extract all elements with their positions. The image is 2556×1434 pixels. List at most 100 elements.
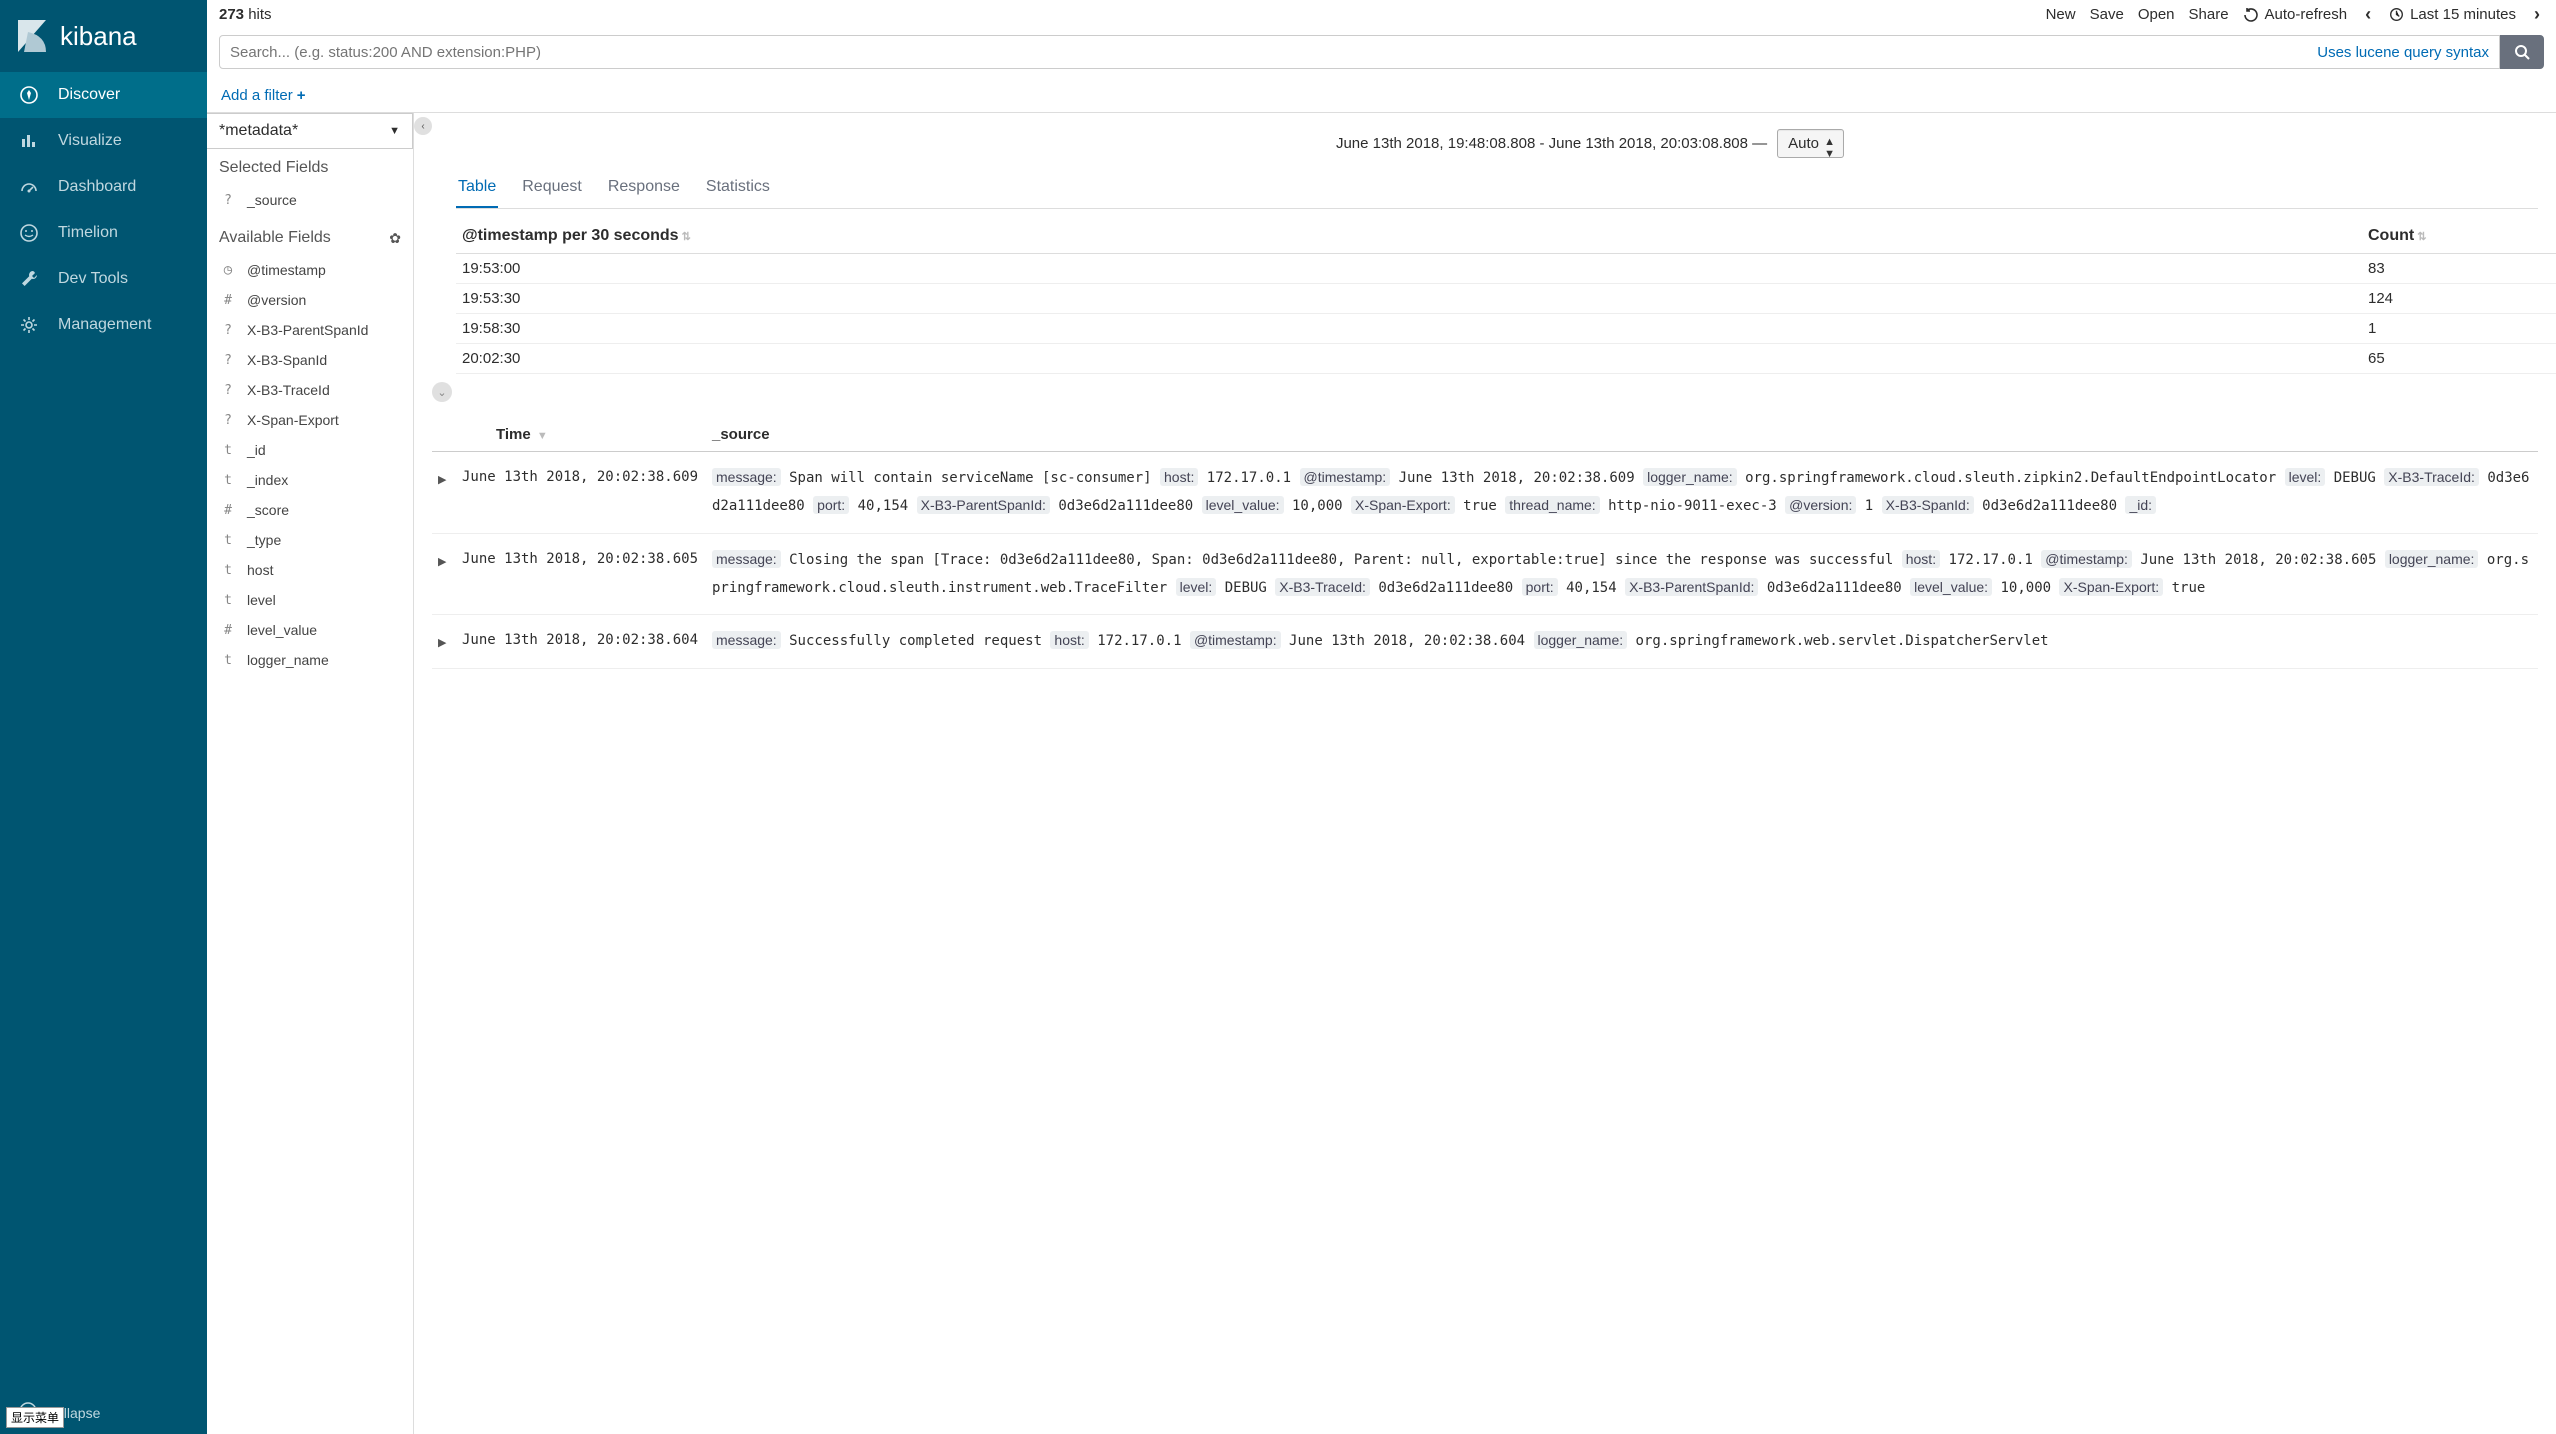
gear-icon[interactable]: ✿ [389, 230, 401, 247]
search-input[interactable] [230, 44, 2309, 61]
interval-select[interactable]: Auto ▲▼ [1777, 129, 1844, 158]
source-key: message: [712, 468, 781, 486]
nav-label: Discover [58, 86, 120, 104]
doc-time: June 13th 2018, 20:02:38.605 [456, 533, 706, 615]
field-name: _id [247, 442, 266, 458]
field-item[interactable]: ?X-B3-SpanId [219, 345, 401, 375]
doc-row: ▶ June 13th 2018, 20:02:38.609 message: … [432, 452, 2538, 534]
source-key: message: [712, 631, 781, 649]
histo-count: 124 [2362, 284, 2556, 314]
histo-ts: 19:53:30 [456, 284, 2362, 314]
time-prev-button[interactable]: ‹ [2361, 4, 2375, 25]
histo-row: 19:53:30124 [456, 284, 2556, 314]
docs-table: Time ▼ _source ▶ June 13th 2018, 20:02:3… [432, 418, 2538, 669]
source-key: port: [1522, 578, 1558, 596]
histo-ts: 19:53:00 [456, 254, 2362, 284]
field-item[interactable]: ?_source [219, 185, 401, 215]
plus-icon: + [297, 87, 306, 104]
hits-label: 273 hits [219, 6, 272, 23]
field-name: @timestamp [247, 262, 326, 278]
lucene-hint-link[interactable]: Uses lucene query syntax [2317, 44, 2489, 61]
nav-item-discover[interactable]: Discover [0, 72, 207, 118]
field-item[interactable]: ?X-B3-ParentSpanId [219, 315, 401, 345]
expand-doc-button[interactable]: ▶ [438, 637, 446, 649]
source-key: port: [813, 496, 849, 514]
nav-item-visualize[interactable]: Visualize [0, 118, 207, 164]
doc-source: message: Span will contain serviceName [… [706, 452, 2538, 534]
time-range-text: June 13th 2018, 19:48:08.808 - June 13th… [1336, 135, 1767, 152]
nav-item-dashboard[interactable]: Dashboard [0, 164, 207, 210]
field-name: _score [247, 502, 289, 518]
doc-time: June 13th 2018, 20:02:38.604 [456, 615, 706, 669]
time-picker[interactable]: Last 15 minutes [2389, 6, 2516, 23]
chevron-updown-icon: ▲▼ [1824, 136, 1835, 160]
field-item[interactable]: tlevel [219, 585, 401, 615]
docs-col-source[interactable]: _source [706, 418, 2538, 452]
tab-statistics[interactable]: Statistics [704, 172, 772, 208]
histo-row: 19:58:301 [456, 314, 2556, 344]
bar-chart-icon [18, 130, 40, 152]
tab-table[interactable]: Table [456, 172, 498, 208]
collapse-fields-toggle[interactable]: ‹ [414, 117, 432, 135]
source-key: logger_name: [2385, 550, 2479, 568]
histo-count: 1 [2362, 314, 2556, 344]
field-type-icon: ? [221, 413, 235, 428]
results-panel: ‹ June 13th 2018, 19:48:08.808 - June 13… [414, 113, 2556, 1434]
field-item[interactable]: t_index [219, 465, 401, 495]
open-button[interactable]: Open [2138, 6, 2175, 23]
field-item[interactable]: ?X-B3-TraceId [219, 375, 401, 405]
field-item[interactable]: thost [219, 555, 401, 585]
source-key: host: [1160, 468, 1198, 486]
nav-list: Discover VisualizeDashboard Timelion Dev To… [0, 72, 207, 1391]
add-filter-button[interactable]: Add a filter + [221, 87, 305, 104]
field-type-icon: # [221, 503, 235, 518]
field-name: _type [247, 532, 281, 548]
field-item[interactable]: #@version [219, 285, 401, 315]
source-key: X-B3-ParentSpanId: [917, 496, 1050, 514]
field-name: level [247, 592, 276, 608]
field-type-icon: # [221, 623, 235, 638]
source-key: @version: [1785, 496, 1856, 514]
field-name: logger_name [247, 652, 329, 668]
nav-item-timelion[interactable]: Timelion [0, 210, 207, 256]
index-pattern-select[interactable]: *metadata* ▼ [207, 113, 413, 149]
share-button[interactable]: Share [2189, 6, 2229, 23]
tab-response[interactable]: Response [606, 172, 682, 208]
field-item[interactable]: #level_value [219, 615, 401, 645]
source-key: logger_name: [1534, 631, 1628, 649]
chevron-down-icon: ▼ [389, 125, 400, 137]
result-tabs: Table Request Response Statistics [456, 172, 2538, 209]
expand-doc-button[interactable]: ▶ [438, 474, 446, 486]
nav-item-management[interactable]: Management [0, 302, 207, 348]
source-key: @timestamp: [1300, 468, 1391, 486]
field-item[interactable]: # _score [219, 495, 401, 525]
histo-col-timestamp[interactable]: @timestamp per 30 seconds⇅ [456, 219, 2362, 254]
histo-col-count[interactable]: Count⇅ [2362, 219, 2556, 254]
field-item[interactable]: @timestamp [219, 255, 401, 285]
expand-histogram-button[interactable]: ⌄ [432, 382, 452, 402]
search-button[interactable] [2500, 35, 2544, 69]
field-item[interactable]: t_id [219, 435, 401, 465]
available-fields-header: Available Fields ✿ [219, 229, 401, 247]
new-button[interactable]: New [2046, 6, 2076, 23]
field-item[interactable]: tlogger_name [219, 645, 401, 675]
source-key: X-B3-TraceId: [1275, 578, 1370, 596]
refresh-icon [2243, 7, 2259, 23]
field-item[interactable]: t_type [219, 525, 401, 555]
field-type-icon [221, 262, 235, 278]
expand-doc-button[interactable]: ▶ [438, 556, 446, 568]
time-next-button[interactable]: › [2530, 4, 2544, 25]
nav-label: Timelion [58, 224, 118, 242]
compass-icon [18, 84, 40, 106]
source-key: host: [1050, 631, 1088, 649]
nav-item-dev-tools[interactable]: Dev Tools [0, 256, 207, 302]
auto-refresh-button[interactable]: Auto-refresh [2243, 6, 2348, 23]
save-button[interactable]: Save [2090, 6, 2124, 23]
logo-area[interactable]: kibana [0, 0, 207, 72]
histo-count: 65 [2362, 344, 2556, 374]
show-menu-overlay[interactable]: 显示菜单 [6, 1407, 64, 1428]
tab-request[interactable]: Request [520, 172, 584, 208]
docs-col-time[interactable]: Time ▼ [456, 418, 706, 452]
searchbox: Uses lucene query syntax [219, 35, 2500, 69]
field-item[interactable]: ?X-Span-Export [219, 405, 401, 435]
